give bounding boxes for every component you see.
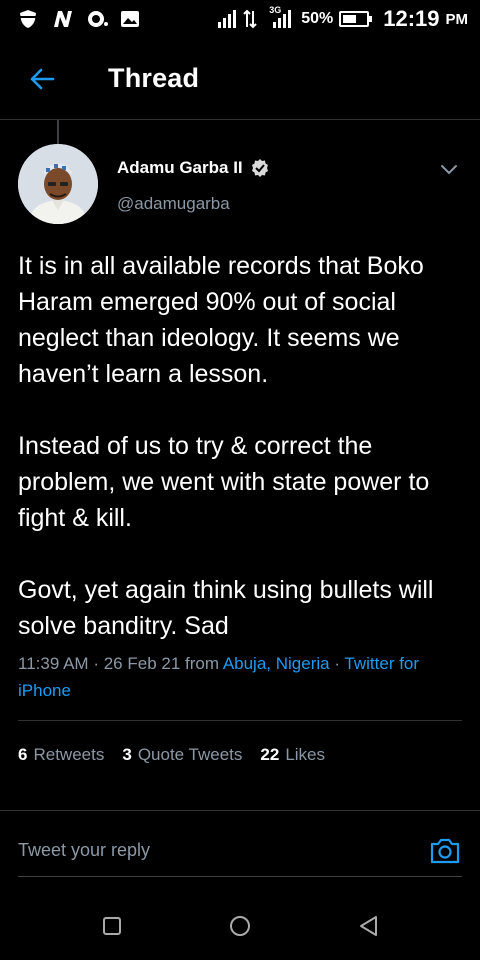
divider <box>18 720 462 721</box>
retweets-count: 6 <box>18 745 28 764</box>
retweets-label: Retweets <box>33 745 105 764</box>
likes-count: 22 <box>260 745 280 764</box>
signal-icon <box>217 9 237 29</box>
tweet-paragraph: Govt, yet again think using bullets will… <box>18 576 434 640</box>
tweet-text: It is in all available records that Boko… <box>18 248 466 644</box>
location-link[interactable]: Abuja, Nigeria <box>223 654 330 673</box>
likes-stat[interactable]: 22 Likes <box>260 745 325 765</box>
back-button[interactable] <box>12 49 72 109</box>
from-label: from <box>185 654 220 673</box>
system-nav-bar <box>0 892 480 960</box>
tweet-date: 26 Feb 21 <box>103 654 181 673</box>
image-icon <box>120 9 140 29</box>
status-bar: 3G 50% 12:19 PM <box>0 0 480 38</box>
reply-bar <box>18 825 462 877</box>
divider <box>0 810 480 811</box>
thread-header: Thread <box>0 38 480 120</box>
tweet-metadata: 11:39 AM · 26 Feb 21 from Abuja, Nigeria… <box>18 650 458 704</box>
author-handle[interactable]: @adamugarba <box>117 194 269 214</box>
quote-tweets-stat[interactable]: 3 Quote Tweets <box>122 745 242 765</box>
chevron-down-icon <box>441 165 457 175</box>
camera-icon <box>430 838 460 863</box>
home-button[interactable] <box>226 912 254 940</box>
tweet-paragraph: Instead of us to try & correct the probl… <box>18 432 430 532</box>
tweet-stats: 6 Retweets 3 Quote Tweets 22 Likes <box>18 740 343 770</box>
author-name[interactable]: Adamu Garba II <box>117 158 243 178</box>
retweets-stat[interactable]: 6 Retweets <box>18 745 104 765</box>
tweet-options-button[interactable] <box>438 158 460 180</box>
clock-time: 12:19 <box>383 6 440 31</box>
shield-icon <box>18 9 38 29</box>
quote-tweets-count: 3 <box>122 745 132 764</box>
page-title: Thread <box>108 63 200 93</box>
likes-label: Likes <box>285 745 326 764</box>
quote-tweets-label: Quote Tweets <box>137 745 243 764</box>
clock-ampm: PM <box>445 10 469 28</box>
data-transfer-icon <box>243 9 263 29</box>
recents-button[interactable] <box>98 912 126 940</box>
signal-3g-icon: 3G <box>269 5 295 29</box>
network-type: 3G <box>269 5 282 15</box>
avatar[interactable] <box>18 144 98 224</box>
back-nav-button[interactable] <box>354 912 382 940</box>
meta-separator: · <box>93 654 99 673</box>
verified-badge-icon <box>251 159 269 177</box>
notification-app-icon <box>86 9 108 29</box>
square-icon <box>103 917 121 935</box>
battery-percent: 50% <box>301 10 334 27</box>
meta-separator: · <box>334 654 340 673</box>
back-arrow-icon <box>30 68 55 89</box>
tweet-paragraph: It is in all available records that Boko… <box>18 252 424 388</box>
reply-input[interactable] <box>18 840 428 861</box>
n-app-icon <box>52 9 72 29</box>
tweet-time: 11:39 AM <box>18 654 89 673</box>
thread-connector-line <box>57 120 59 144</box>
triangle-back-icon <box>360 916 377 936</box>
circle-icon <box>230 916 250 936</box>
battery-icon <box>339 11 373 27</box>
tweet-author: Adamu Garba II @adamugarba <box>18 144 468 230</box>
camera-button[interactable] <box>428 834 462 868</box>
